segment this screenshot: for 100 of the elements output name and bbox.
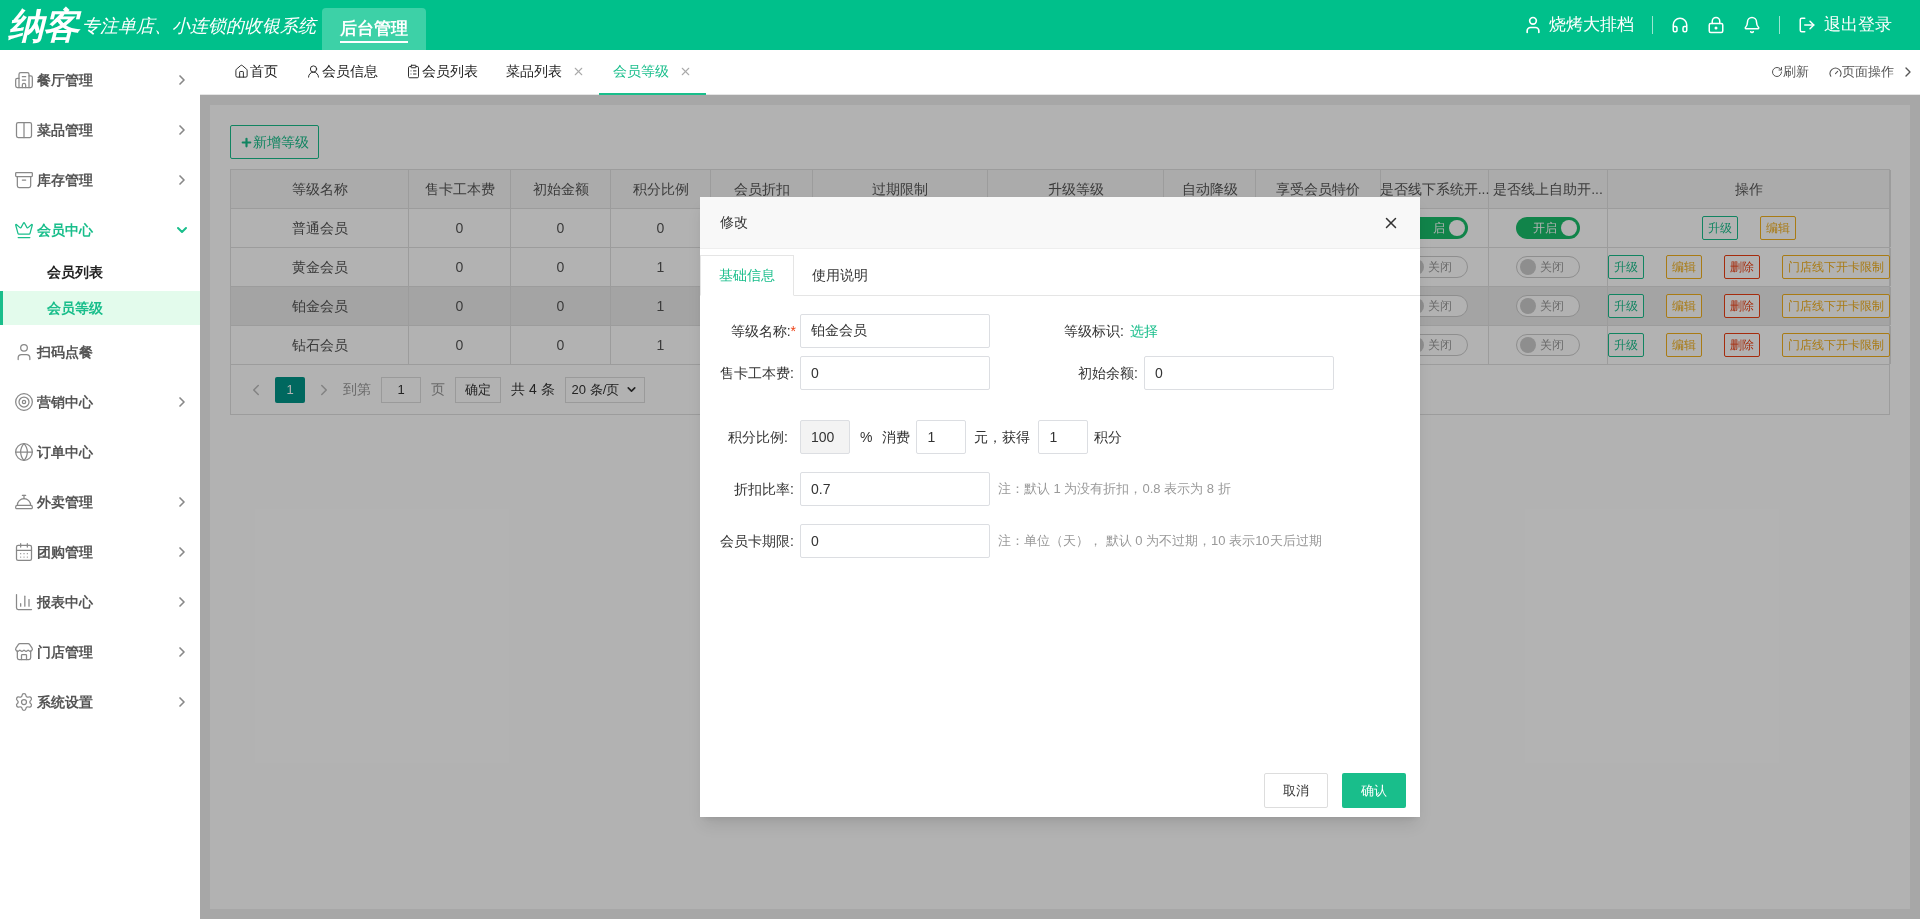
- sidebar-item[interactable]: 营销中心: [0, 377, 200, 427]
- sidebar-item[interactable]: 外卖管理: [0, 477, 200, 527]
- logout-link[interactable]: 退出登录: [1824, 12, 1892, 38]
- action-button[interactable]: 编辑: [1666, 294, 1702, 318]
- store-icon: [14, 642, 34, 662]
- total-count: 共 4 条: [511, 380, 555, 399]
- gauge-icon: [1829, 65, 1842, 79]
- bar-chart-icon: [14, 592, 34, 612]
- dialog-tab[interactable]: 基础信息: [700, 255, 794, 296]
- action-button[interactable]: 删除: [1724, 255, 1760, 279]
- slogan: 专注单店、小连锁的收银系统: [82, 13, 317, 38]
- sidebar-item[interactable]: 餐厅管理: [0, 55, 200, 105]
- go-button[interactable]: 确定: [455, 376, 501, 403]
- page-number[interactable]: 1: [275, 376, 305, 403]
- action-button[interactable]: 门店线下开卡限制: [1782, 255, 1890, 279]
- lock-icon[interactable]: [1707, 16, 1725, 34]
- toggle-switch[interactable]: 开启: [1516, 217, 1580, 239]
- refresh-icon: [1771, 66, 1783, 78]
- points-label: 积分: [1094, 427, 1123, 447]
- building-icon: [14, 70, 34, 90]
- logout-icon[interactable]: [1798, 16, 1816, 34]
- table-cell-text: 0: [556, 296, 565, 316]
- sidebar-subitem[interactable]: 会员列表: [0, 255, 200, 289]
- notification-icon[interactable]: [1743, 16, 1761, 34]
- sidebar-item[interactable]: 订单中心: [0, 427, 200, 477]
- action-button[interactable]: 升级: [1608, 294, 1644, 318]
- action-button[interactable]: 升级: [1608, 333, 1644, 357]
- table-cell-text: 0: [656, 218, 665, 238]
- field-label: 等级名称:*: [729, 321, 797, 341]
- sidebar-item[interactable]: 团购管理: [0, 527, 200, 577]
- page-tab[interactable]: 会员列表: [392, 49, 492, 95]
- settings-icon: [14, 692, 34, 712]
- sidebar-item[interactable]: 系统设置: [0, 677, 200, 727]
- page-input[interactable]: 1: [381, 376, 421, 403]
- page-size-select[interactable]: 20 条/页: [564, 376, 646, 403]
- dialog-title: 修改: [720, 213, 749, 232]
- input-field[interactable]: 0: [1144, 356, 1334, 390]
- home-icon: [234, 63, 249, 79]
- refresh-button[interactable]: 刷新: [1771, 62, 1809, 82]
- action-button[interactable]: 升级: [1608, 255, 1644, 279]
- user-icon: [306, 63, 321, 79]
- table-cell-text: 黄金会员: [291, 257, 348, 277]
- page-tab[interactable]: 会员信息: [292, 49, 392, 95]
- field-note: 注：单位（天）， 默认 0 为不过期，10 表示10天后过期: [998, 532, 1322, 551]
- input-field[interactable]: 0: [800, 356, 990, 390]
- percent-sign: %: [860, 427, 873, 447]
- action-button[interactable]: 升级: [1702, 216, 1738, 240]
- page-actions-button[interactable]: 页面操作: [1829, 62, 1894, 82]
- action-button[interactable]: 编辑: [1760, 216, 1796, 240]
- headset-icon[interactable]: [1671, 16, 1689, 34]
- crown-icon: [14, 220, 34, 240]
- table-cell-text: 1: [656, 296, 665, 316]
- field-label: 折扣比率:: [733, 479, 795, 499]
- page-tab[interactable]: 菜品列表: [492, 49, 599, 95]
- calendar-icon: [14, 542, 34, 562]
- toggle-switch[interactable]: 关闭: [1516, 256, 1580, 278]
- table-cell-text: 0: [455, 218, 464, 238]
- action-button[interactable]: 删除: [1724, 294, 1760, 318]
- goto-label: 到第: [343, 380, 371, 399]
- field-label: 初始余额:: [1077, 363, 1139, 383]
- field-note: 注：默认 1 为没有折扣，0.8 表示为 8 折: [998, 480, 1231, 499]
- input-field[interactable]: 0: [800, 524, 990, 558]
- sidebar-item[interactable]: 会员中心: [0, 205, 200, 255]
- action-button[interactable]: 编辑: [1666, 255, 1702, 279]
- table-cell-text: 0: [556, 335, 565, 355]
- target-icon: [14, 392, 34, 412]
- page-unit: 页: [431, 380, 445, 399]
- action-button[interactable]: 门店线下开卡限制: [1782, 333, 1890, 357]
- action-button[interactable]: 删除: [1724, 333, 1760, 357]
- input-field[interactable]: 1: [916, 420, 967, 454]
- sidebar-item[interactable]: 扫码点餐: [0, 327, 200, 377]
- input-field[interactable]: 铂金会员: [800, 314, 990, 348]
- select-link[interactable]: 选择: [1130, 320, 1158, 342]
- table-cell-text: 0: [556, 218, 565, 238]
- globe-icon: [14, 442, 34, 462]
- sidebar-item[interactable]: 菜品管理: [0, 105, 200, 155]
- sidebar-item[interactable]: 门店管理: [0, 627, 200, 677]
- bell-icon: [14, 492, 34, 512]
- columns-icon: [14, 120, 34, 140]
- input-field[interactable]: 0.7: [800, 472, 990, 506]
- module-tab[interactable]: 后台管理: [322, 8, 427, 50]
- user-icon: [1523, 15, 1543, 35]
- dialog-tab[interactable]: 使用说明: [794, 255, 886, 296]
- table-cell-text: 铂金会员: [291, 296, 348, 316]
- sidebar-item[interactable]: 库存管理: [0, 155, 200, 205]
- box-icon: [14, 170, 34, 190]
- input-field[interactable]: 1: [1038, 420, 1089, 454]
- action-button[interactable]: 编辑: [1666, 333, 1702, 357]
- action-button[interactable]: 门店线下开卡限制: [1782, 294, 1890, 318]
- page-tab[interactable]: 首页: [220, 49, 292, 95]
- sidebar-subitem[interactable]: 会员等级: [0, 291, 200, 325]
- add-level-button[interactable]: 新增等级: [230, 125, 319, 159]
- sidebar-item[interactable]: 报表中心: [0, 577, 200, 627]
- toggle-switch[interactable]: 关闭: [1516, 334, 1580, 356]
- plus-icon: [240, 135, 253, 149]
- field-label: 会员卡期限:: [719, 531, 795, 551]
- cancel-button[interactable]: 取消: [1264, 773, 1328, 808]
- toggle-switch[interactable]: 关闭: [1516, 295, 1580, 317]
- user-name: 烧烤大排档: [1549, 14, 1634, 37]
- confirm-button[interactable]: 确认: [1342, 773, 1406, 808]
